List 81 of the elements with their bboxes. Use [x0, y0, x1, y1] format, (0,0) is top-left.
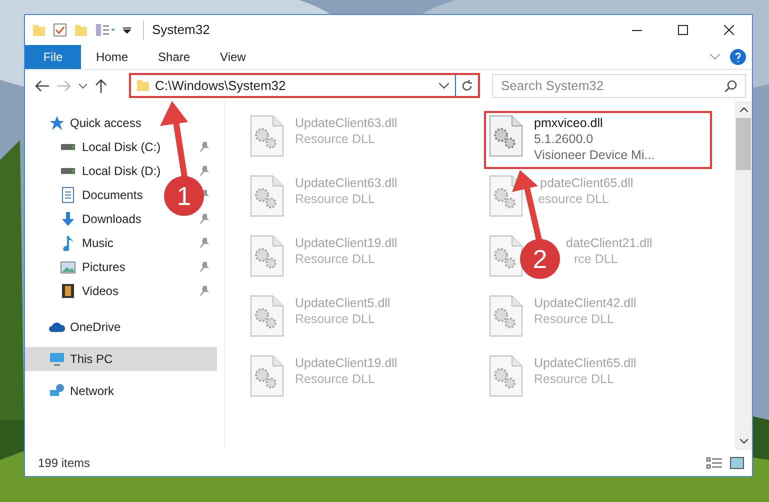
recent-caret-icon[interactable]	[79, 82, 87, 88]
file-gear-icon	[250, 355, 284, 397]
network-icon	[49, 383, 65, 399]
pin-icon[interactable]	[200, 166, 209, 176]
up-arrow-icon[interactable]	[95, 78, 107, 92]
window-title: System32	[143, 20, 210, 40]
file-gear-icon	[489, 235, 523, 277]
refresh-icon[interactable]	[461, 80, 473, 92]
file-detail: rce DLL	[574, 251, 618, 267]
nav-item[interactable]: Music	[60, 234, 114, 252]
film-icon	[62, 284, 74, 298]
scroll-down-icon[interactable]	[740, 439, 748, 444]
back-arrow-icon[interactable]	[35, 80, 49, 92]
pin-icon[interactable]	[200, 262, 209, 272]
file-detail: Resource DLL	[295, 191, 375, 207]
ribbon-tab[interactable]: Share	[143, 45, 206, 69]
help-icon[interactable]	[730, 49, 746, 65]
properties-check-icon[interactable]	[53, 23, 67, 37]
folder-icon	[33, 24, 45, 36]
pin-icon[interactable]	[200, 214, 209, 224]
address-path: C:\Windows\System32	[155, 76, 286, 95]
file-tile[interactable]: pmxviceo.dll 5.1.2600.0 Visioneer Device Mi...	[484, 111, 712, 169]
drive-icon	[61, 168, 75, 174]
scroll-up-icon[interactable]	[740, 107, 748, 112]
nav-item[interactable]: Documents	[60, 186, 143, 204]
file-gear-icon	[250, 175, 284, 217]
file-detail: Resource DLL	[295, 251, 375, 267]
file-name[interactable]: pmxviceo.dll	[534, 115, 603, 131]
file-gear-icon	[250, 115, 284, 157]
star-icon	[49, 115, 65, 131]
file-detail: 5.1.2600.0	[534, 131, 594, 147]
scroll-thumb[interactable]	[736, 118, 751, 170]
details-view-icon[interactable]	[706, 457, 722, 469]
file-gear-icon	[250, 295, 284, 337]
search-field[interactable]: Search System32	[492, 74, 746, 98]
dropdown-caret-icon[interactable]	[123, 26, 131, 34]
file-gear-icon	[250, 235, 284, 277]
file-gear-icon	[489, 175, 523, 217]
search-placeholder: Search System32	[501, 76, 604, 95]
nav-item[interactable]: Network	[25, 379, 217, 403]
chevron-down-icon[interactable]	[710, 54, 720, 60]
folder-icon	[137, 80, 149, 91]
pin-icon[interactable]	[200, 142, 209, 152]
search-icon[interactable]	[725, 80, 737, 92]
ribbon-tab[interactable]: Home	[81, 45, 144, 69]
ribbon-tab[interactable]: File	[25, 45, 81, 69]
item-count: 199 items	[38, 455, 90, 472]
file-gear-icon	[489, 295, 523, 337]
ribbon-tab[interactable]: View	[205, 45, 261, 69]
nav-item[interactable]: OneDrive	[25, 315, 217, 339]
file-detail: Resource DLL	[534, 311, 614, 327]
file-gear-icon	[489, 115, 523, 157]
scrollbar[interactable]	[735, 101, 752, 450]
monitor-icon	[49, 351, 65, 367]
file-description: Visioneer Device Mi...	[534, 147, 655, 163]
download-arrow-icon	[62, 212, 74, 226]
large-icons-view-icon[interactable]	[730, 457, 744, 469]
nav-item[interactable]: Pictures	[60, 258, 126, 276]
nav-item[interactable]: Local Disk (D:)	[60, 162, 161, 180]
nav-item[interactable]: Downloads	[60, 210, 142, 228]
view-list-icon[interactable]	[95, 23, 115, 37]
nav-item[interactable]: Videos	[60, 282, 118, 300]
close-icon	[724, 25, 734, 35]
maximize-icon	[678, 25, 688, 35]
file-gear-icon	[489, 355, 523, 397]
music-note-icon	[62, 236, 74, 250]
address-field[interactable]: C:\Windows\System32	[129, 73, 480, 98]
nav-item[interactable]: This PC	[25, 347, 217, 371]
dropdown-chevron-icon[interactable]	[439, 82, 449, 88]
picture-icon	[60, 260, 76, 274]
file-detail: esource DLL	[538, 191, 609, 207]
pin-icon[interactable]	[200, 238, 209, 248]
file-detail: Resource DLL	[534, 371, 614, 387]
nav-item[interactable]: Quick access	[25, 111, 217, 135]
document-icon	[62, 187, 74, 203]
nav-item[interactable]: Local Disk (C:)	[60, 138, 161, 156]
drive-icon	[61, 144, 75, 150]
pin-icon[interactable]	[200, 286, 209, 296]
file-detail: Resource DLL	[295, 371, 375, 387]
file-detail: Resource DLL	[295, 131, 375, 147]
file-detail: Resource DLL	[295, 311, 375, 327]
